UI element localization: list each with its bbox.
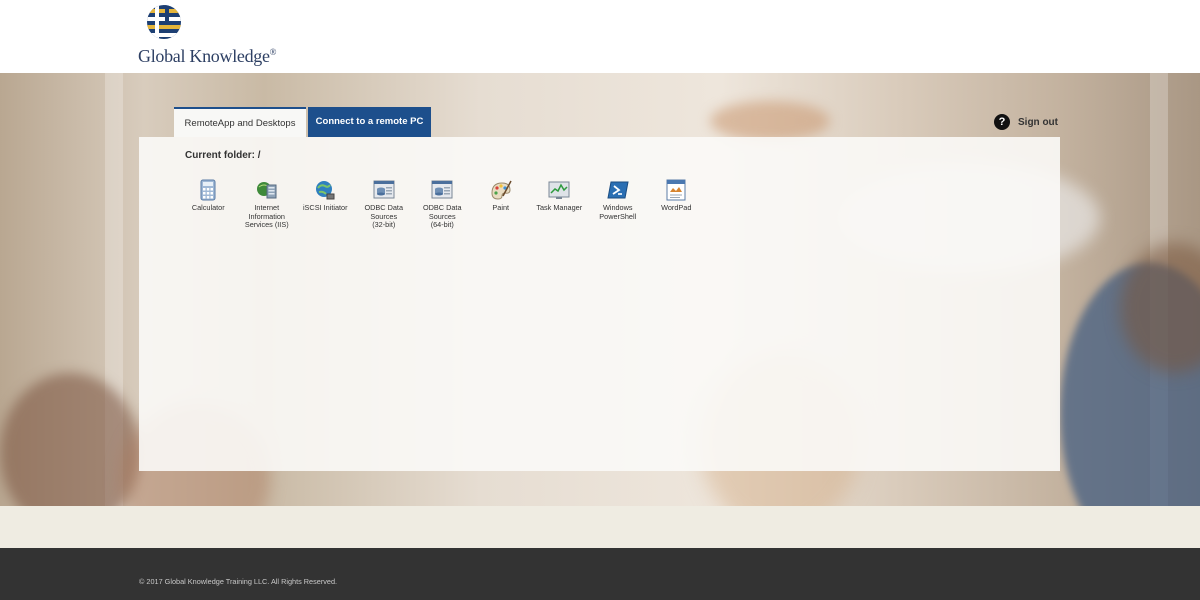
odbc-32-icon: [373, 180, 395, 199]
odbc-64-icon: [431, 180, 453, 199]
wordpad-icon: [666, 179, 686, 201]
calculator-icon: [200, 179, 216, 201]
iis-icon: [256, 182, 277, 199]
app-windows-powershell[interactable]: Windows PowerShell: [589, 179, 648, 230]
current-folder-label: Current folder: /: [185, 150, 261, 161]
sign-out-button[interactable]: ? Sign out: [994, 113, 1058, 131]
app-grid: Calculator Internet Information Services…: [179, 179, 706, 230]
app-paint[interactable]: Paint: [472, 179, 531, 230]
app-calculator[interactable]: Calculator: [179, 179, 238, 230]
iscsi-initiator-icon: [316, 181, 335, 200]
app-iis[interactable]: Internet Information Services (IIS): [238, 179, 297, 230]
app-label: Windows PowerShell: [599, 203, 637, 221]
task-manager-icon: [548, 181, 570, 199]
logo-emblem-icon: [147, 5, 181, 39]
app-label: ODBC Data Sources (64-bit): [422, 203, 462, 230]
app-odbc-32[interactable]: ODBC Data Sources (32-bit): [355, 179, 414, 230]
help-icon[interactable]: ?: [994, 114, 1010, 130]
app-task-manager[interactable]: Task Manager: [530, 179, 589, 230]
page-footer: © 2017 Global Knowledge Training LLC. Al…: [0, 548, 1200, 600]
tab-remoteapp-and-desktops[interactable]: RemoteApp and Desktops: [174, 107, 306, 137]
app-odbc-64[interactable]: ODBC Data Sources (64-bit): [413, 179, 472, 230]
app-label: Calculator: [191, 203, 225, 212]
global-knowledge-logo[interactable]: Global Knowledge®: [138, 4, 298, 68]
content-bottom-band: [0, 506, 1200, 548]
app-label: ODBC Data Sources (32-bit): [364, 203, 404, 230]
brand-name: Global Knowledge®: [138, 46, 277, 66]
app-label: Internet Information Services (IIS): [244, 203, 289, 230]
app-label: Paint: [492, 203, 510, 212]
app-label: Task Manager: [536, 203, 583, 212]
paint-icon: [491, 180, 512, 200]
app-wordpad[interactable]: WordPad: [647, 179, 706, 230]
copyright-text: © 2017 Global Knowledge Training LLC. Al…: [139, 577, 338, 586]
app-label: WordPad: [661, 203, 692, 212]
remoteapp-panel: Current folder: / Calculator Internet In…: [139, 137, 1060, 471]
tab-connect-to-remote-pc[interactable]: Connect to a remote PC: [308, 107, 431, 137]
page-header: Global Knowledge®: [0, 0, 1200, 73]
app-iscsi-initiator[interactable]: iSCSI Initiator: [296, 179, 355, 230]
powershell-icon: [607, 181, 629, 199]
app-label: iSCSI Initiator: [302, 203, 348, 212]
sign-out-label[interactable]: Sign out: [1018, 117, 1058, 128]
